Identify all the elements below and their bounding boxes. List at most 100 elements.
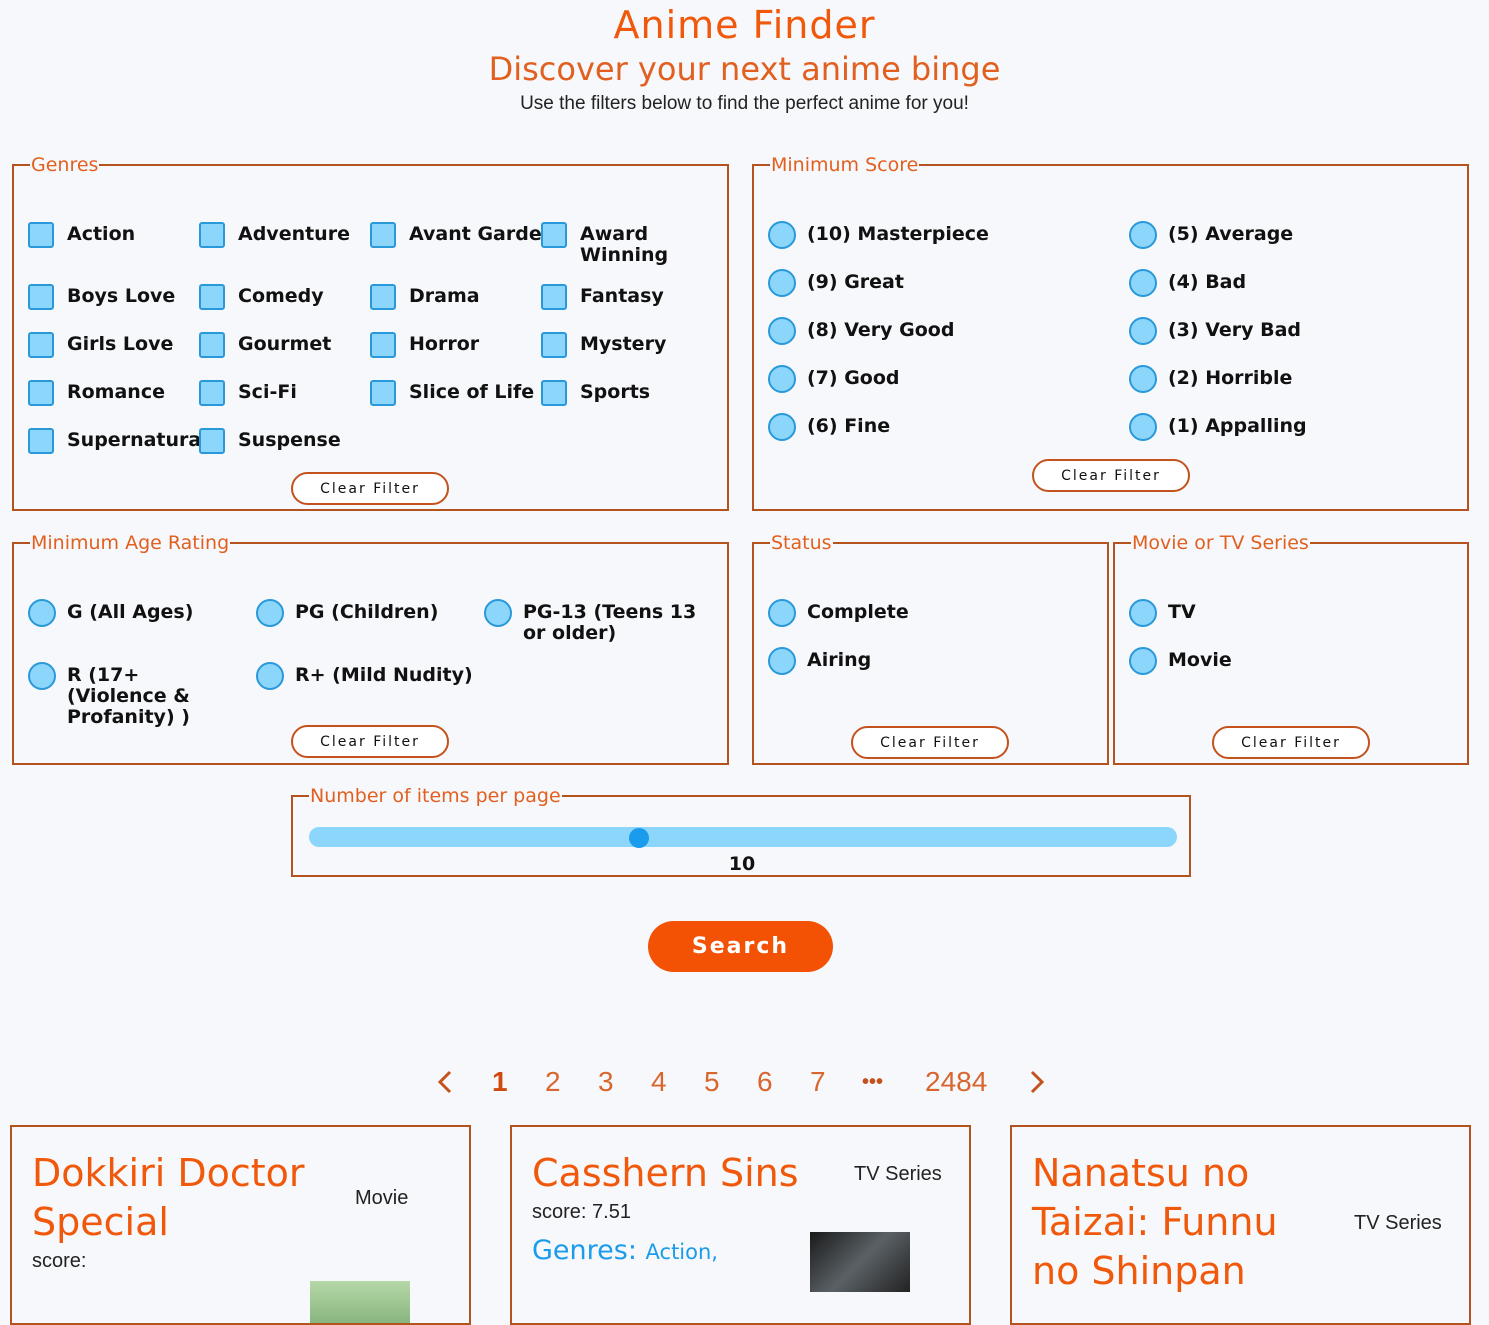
score-radio[interactable]: (8) Very Good (768, 317, 954, 345)
slider-thumb[interactable] (628, 828, 649, 848)
per-page-slider[interactable] (309, 827, 1177, 847)
genre-checkbox[interactable]: Drama (370, 284, 480, 310)
genre-checkbox[interactable]: Sci-Fi (199, 380, 297, 406)
genre-checkbox[interactable]: Sports (541, 380, 650, 406)
radio-circle[interactable] (1129, 221, 1157, 249)
checkbox-box[interactable] (28, 332, 54, 358)
chevron-right-icon[interactable] (1024, 1070, 1048, 1094)
genre-checkbox[interactable]: Avant Garde (370, 222, 542, 248)
radio-circle[interactable] (484, 599, 512, 627)
radio-circle[interactable] (256, 662, 284, 690)
checkbox-box[interactable] (28, 284, 54, 310)
checkbox-box[interactable] (541, 380, 567, 406)
checkbox-box[interactable] (28, 222, 54, 248)
genre-checkbox[interactable]: Girls Love (28, 332, 173, 358)
card-title[interactable]: Nanatsu no Taizai: Funnu no Shinpan (1032, 1149, 1332, 1296)
radio-circle[interactable] (1129, 269, 1157, 297)
age-radio[interactable]: PG-13 (Teens 13 or older) (484, 599, 704, 644)
radio-circle[interactable] (28, 662, 56, 690)
genre-checkbox[interactable]: Award Winning (541, 222, 671, 266)
card-thumbnail[interactable] (310, 1281, 410, 1323)
radio-circle[interactable] (768, 317, 796, 345)
radio-circle[interactable] (256, 599, 284, 627)
genre-checkbox[interactable]: Romance (28, 380, 165, 406)
radio-circle[interactable] (768, 647, 796, 675)
radio-circle[interactable] (1129, 413, 1157, 441)
page-link-2[interactable]: 2 (545, 1062, 561, 1102)
radio-circle[interactable] (768, 221, 796, 249)
age-radio[interactable]: R (17+ (Violence & Profanity) ) (28, 662, 243, 728)
genre-checkbox[interactable]: Supernatural (28, 428, 208, 454)
score-radio[interactable]: (10) Masterpiece (768, 221, 989, 249)
score-radio[interactable]: (7) Good (768, 365, 900, 393)
card-title[interactable]: Casshern Sins (532, 1149, 799, 1198)
genre-checkbox[interactable]: Fantasy (541, 284, 664, 310)
checkbox-box[interactable] (541, 332, 567, 358)
card-title[interactable]: Dokkiri Doctor Special (32, 1149, 352, 1247)
radio-circle[interactable] (1129, 647, 1157, 675)
radio-circle[interactable] (768, 365, 796, 393)
page-link-5[interactable]: 5 (704, 1062, 720, 1102)
score-radio[interactable]: (2) Horrible (1129, 365, 1292, 393)
genre-checkbox[interactable]: Suspense (199, 428, 341, 454)
score-radio[interactable]: (4) Bad (1129, 269, 1246, 297)
radio-circle[interactable] (768, 599, 796, 627)
checkbox-box[interactable] (28, 380, 54, 406)
score-radio[interactable]: (9) Great (768, 269, 904, 297)
chevron-left-icon[interactable] (434, 1070, 458, 1094)
genre-checkbox[interactable]: Mystery (541, 332, 666, 358)
score-clear-button[interactable]: Clear Filter (1032, 459, 1190, 492)
radio-circle[interactable] (28, 599, 56, 627)
score-radio[interactable]: (6) Fine (768, 413, 890, 441)
genre-checkbox[interactable]: Gourmet (199, 332, 331, 358)
page-link-3[interactable]: 3 (598, 1062, 614, 1102)
checkbox-box[interactable] (370, 380, 396, 406)
score-radio[interactable]: (1) Appalling (1129, 413, 1307, 441)
score-radio[interactable]: (3) Very Bad (1129, 317, 1301, 345)
checkbox-box[interactable] (28, 428, 54, 454)
media-clear-button[interactable]: Clear Filter (1212, 726, 1370, 759)
anime-card[interactable]: Nanatsu no Taizai: Funnu no Shinpan TV S… (1010, 1125, 1471, 1325)
status-clear-button[interactable]: Clear Filter (851, 726, 1009, 759)
age-radio[interactable]: G (All Ages) (28, 599, 193, 627)
genre-checkbox[interactable]: Horror (370, 332, 479, 358)
anime-card[interactable]: Dokkiri Doctor Special Movie score: (10, 1125, 471, 1325)
checkbox-box[interactable] (541, 284, 567, 310)
page-link-6[interactable]: 6 (757, 1062, 773, 1102)
status-radio[interactable]: Complete (768, 599, 909, 627)
genre-checkbox[interactable]: Comedy (199, 284, 324, 310)
score-radio[interactable]: (5) Average (1129, 221, 1293, 249)
anime-card[interactable]: Casshern Sins TV Series score: 7.51 Genr… (510, 1125, 971, 1325)
age-radio[interactable]: R+ (Mild Nudity) (256, 662, 473, 690)
checkbox-box[interactable] (541, 222, 567, 248)
checkbox-box[interactable] (199, 380, 225, 406)
page-link-4[interactable]: 4 (651, 1062, 667, 1102)
page-link-1[interactable]: 1 (492, 1062, 508, 1102)
genre-checkbox[interactable]: Adventure (199, 222, 350, 248)
checkbox-box[interactable] (199, 332, 225, 358)
age-radio[interactable]: PG (Children) (256, 599, 438, 627)
radio-circle[interactable] (768, 269, 796, 297)
radio-circle[interactable] (1129, 317, 1157, 345)
search-button[interactable]: Search (648, 921, 833, 972)
checkbox-box[interactable] (370, 222, 396, 248)
page-link-7[interactable]: 7 (810, 1062, 826, 1102)
genre-checkbox[interactable]: Slice of Life (370, 380, 534, 406)
checkbox-box[interactable] (199, 222, 225, 248)
age-clear-button[interactable]: Clear Filter (291, 725, 449, 758)
checkbox-box[interactable] (199, 428, 225, 454)
media-radio[interactable]: TV (1129, 599, 1196, 627)
genres-clear-button[interactable]: Clear Filter (291, 472, 449, 505)
genre-checkbox[interactable]: Boys Love (28, 284, 175, 310)
status-radio[interactable]: Airing (768, 647, 871, 675)
media-radio[interactable]: Movie (1129, 647, 1232, 675)
page-link-last[interactable]: 2484 (925, 1062, 987, 1102)
radio-circle[interactable] (1129, 365, 1157, 393)
card-thumbnail[interactable] (810, 1232, 910, 1292)
genre-checkbox[interactable]: Action (28, 222, 135, 248)
radio-circle[interactable] (1129, 599, 1157, 627)
checkbox-box[interactable] (370, 284, 396, 310)
checkbox-box[interactable] (370, 332, 396, 358)
checkbox-box[interactable] (199, 284, 225, 310)
radio-circle[interactable] (768, 413, 796, 441)
